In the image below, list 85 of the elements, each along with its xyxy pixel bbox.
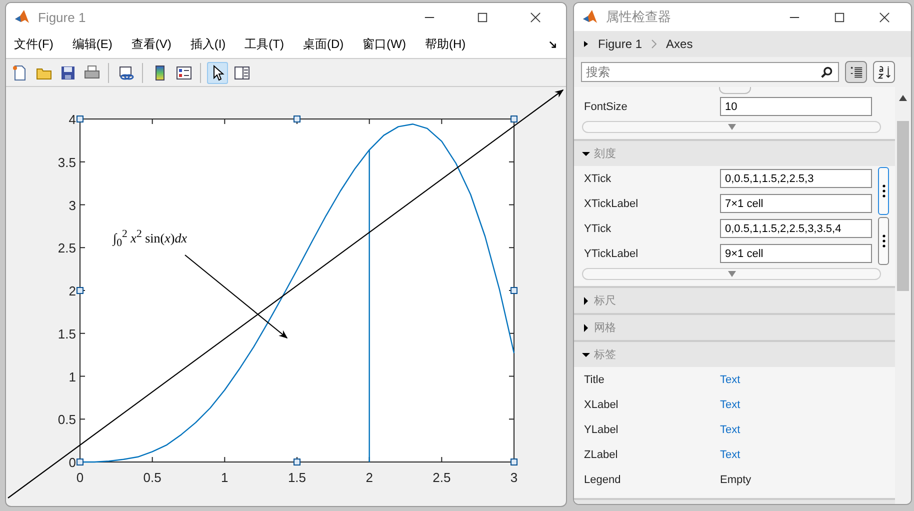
scroll-up-icon[interactable] bbox=[899, 95, 907, 101]
vertical-dots-icon bbox=[882, 183, 886, 199]
y-tick-label: 2.5 bbox=[58, 240, 76, 256]
breadcrumb-item[interactable]: Axes bbox=[666, 37, 693, 51]
property-label: FontSize bbox=[584, 100, 628, 112]
selection-handle[interactable] bbox=[510, 287, 518, 294]
property-label: YLabel bbox=[584, 424, 620, 436]
selection-handle[interactable] bbox=[510, 116, 518, 122]
x-tick-label: 3 bbox=[510, 470, 518, 485]
window-title: Figure 1 bbox=[38, 10, 86, 24]
maximize-icon[interactable] bbox=[834, 12, 845, 22]
y-tick-label: 1 bbox=[68, 369, 76, 384]
selection-handle[interactable] bbox=[76, 287, 84, 294]
close-icon[interactable] bbox=[879, 12, 890, 22]
selection-handle[interactable] bbox=[76, 458, 84, 466]
chevron-icon bbox=[650, 38, 658, 50]
more-options-button[interactable] bbox=[878, 217, 889, 265]
property-value: Empty bbox=[720, 474, 752, 486]
menu-item[interactable]: 文件(F) bbox=[14, 36, 54, 53]
y-tick-label: 1.5 bbox=[58, 326, 76, 342]
property-link[interactable]: Text bbox=[720, 398, 740, 410]
app-logo-icon bbox=[582, 9, 598, 25]
property-label: YTickLabel bbox=[584, 248, 640, 260]
collapse-arrow-icon[interactable] bbox=[582, 150, 590, 158]
menu-item[interactable]: 查看(V) bbox=[131, 36, 172, 53]
menu-item[interactable]: 帮助(H) bbox=[424, 36, 466, 53]
y-tick-label: 2 bbox=[68, 284, 76, 298]
property-label: XTick bbox=[584, 172, 612, 184]
scrollbar-thumb[interactable] bbox=[897, 121, 909, 291]
property-label: XLabel bbox=[584, 398, 620, 410]
caret-down-icon bbox=[728, 271, 736, 277]
selection-handle[interactable] bbox=[294, 458, 300, 466]
x-tick-label: 1 bbox=[221, 470, 228, 485]
selection-handle[interactable] bbox=[76, 116, 84, 122]
property-label: Title bbox=[584, 374, 606, 386]
y-tick-label: 0 bbox=[68, 455, 76, 470]
y-tick-label: 3 bbox=[68, 198, 76, 213]
grouped-list-icon[interactable] bbox=[845, 61, 867, 83]
property-label: ZLabel bbox=[584, 448, 619, 460]
x-tick-label: 2 bbox=[366, 470, 373, 485]
selection-handle[interactable] bbox=[294, 116, 300, 122]
more-options-button[interactable] bbox=[878, 167, 889, 215]
menu-item[interactable]: 插入(I) bbox=[190, 36, 226, 53]
annotation-text: ∫$_{0}$$^{2}$ x$^{2}$ sin(x)dx bbox=[113, 228, 188, 249]
property-field[interactable]: 0,0.5,1,1.5,2,2.5,3 bbox=[720, 169, 872, 188]
vertical-dots-icon bbox=[882, 233, 886, 249]
close-icon[interactable] bbox=[530, 12, 541, 22]
menu-item[interactable]: 桌面(D) bbox=[302, 36, 344, 53]
y-tick-label: 3.5 bbox=[58, 154, 76, 170]
x-tick-label: 0 bbox=[76, 470, 84, 485]
pointer-icon[interactable] bbox=[207, 62, 228, 84]
property-field[interactable]: 10 bbox=[720, 97, 872, 116]
collapse-handle[interactable] bbox=[719, 87, 751, 94]
annotation-arrow[interactable] bbox=[184, 254, 288, 339]
expand-arrow-icon[interactable] bbox=[582, 324, 590, 332]
maximize-icon[interactable] bbox=[477, 12, 488, 22]
property-field[interactable]: 0,0.5,1,1.5,2,2.5,3,3.5,4 bbox=[720, 219, 872, 238]
property-link[interactable]: Text bbox=[720, 424, 740, 436]
sort-alphabetical-icon[interactable] bbox=[873, 61, 895, 83]
property-label: XTickLabel bbox=[584, 198, 640, 210]
dock-arrow-icon[interactable] bbox=[549, 40, 558, 49]
y-tick-label: 4 bbox=[68, 112, 76, 127]
collapse-arrow-icon[interactable] bbox=[582, 350, 590, 358]
x-tick-label: 1.5 bbox=[288, 470, 306, 485]
property-link[interactable]: Text bbox=[720, 448, 740, 460]
search-icon[interactable] bbox=[821, 66, 833, 78]
caret-down-icon bbox=[728, 124, 736, 130]
expand-arrow-icon[interactable] bbox=[582, 40, 590, 48]
breadcrumb-item[interactable]: Figure 1 bbox=[598, 37, 642, 51]
selection-handle[interactable] bbox=[510, 458, 518, 466]
search-field[interactable]: 搜索 bbox=[581, 62, 839, 82]
property-label: Legend bbox=[584, 474, 622, 486]
x-tick-label: 0.5 bbox=[143, 470, 162, 485]
y-tick-label: 0.5 bbox=[58, 412, 76, 428]
property-link[interactable]: Text bbox=[720, 374, 740, 386]
property-field[interactable]: 9×1 cell bbox=[720, 244, 872, 263]
app-logo-icon bbox=[14, 9, 30, 25]
property-field[interactable]: 7×1 cell bbox=[720, 194, 872, 213]
menu-item[interactable]: 工具(T) bbox=[244, 36, 284, 53]
x-tick-label: 2.5 bbox=[432, 470, 451, 485]
menu-item[interactable]: 编辑(E) bbox=[72, 36, 112, 53]
window-title: 属性检查器 bbox=[606, 8, 671, 26]
property-label: YTick bbox=[584, 222, 612, 234]
menu-item[interactable]: 窗口(W) bbox=[362, 36, 406, 53]
expand-arrow-icon[interactable] bbox=[582, 296, 590, 304]
